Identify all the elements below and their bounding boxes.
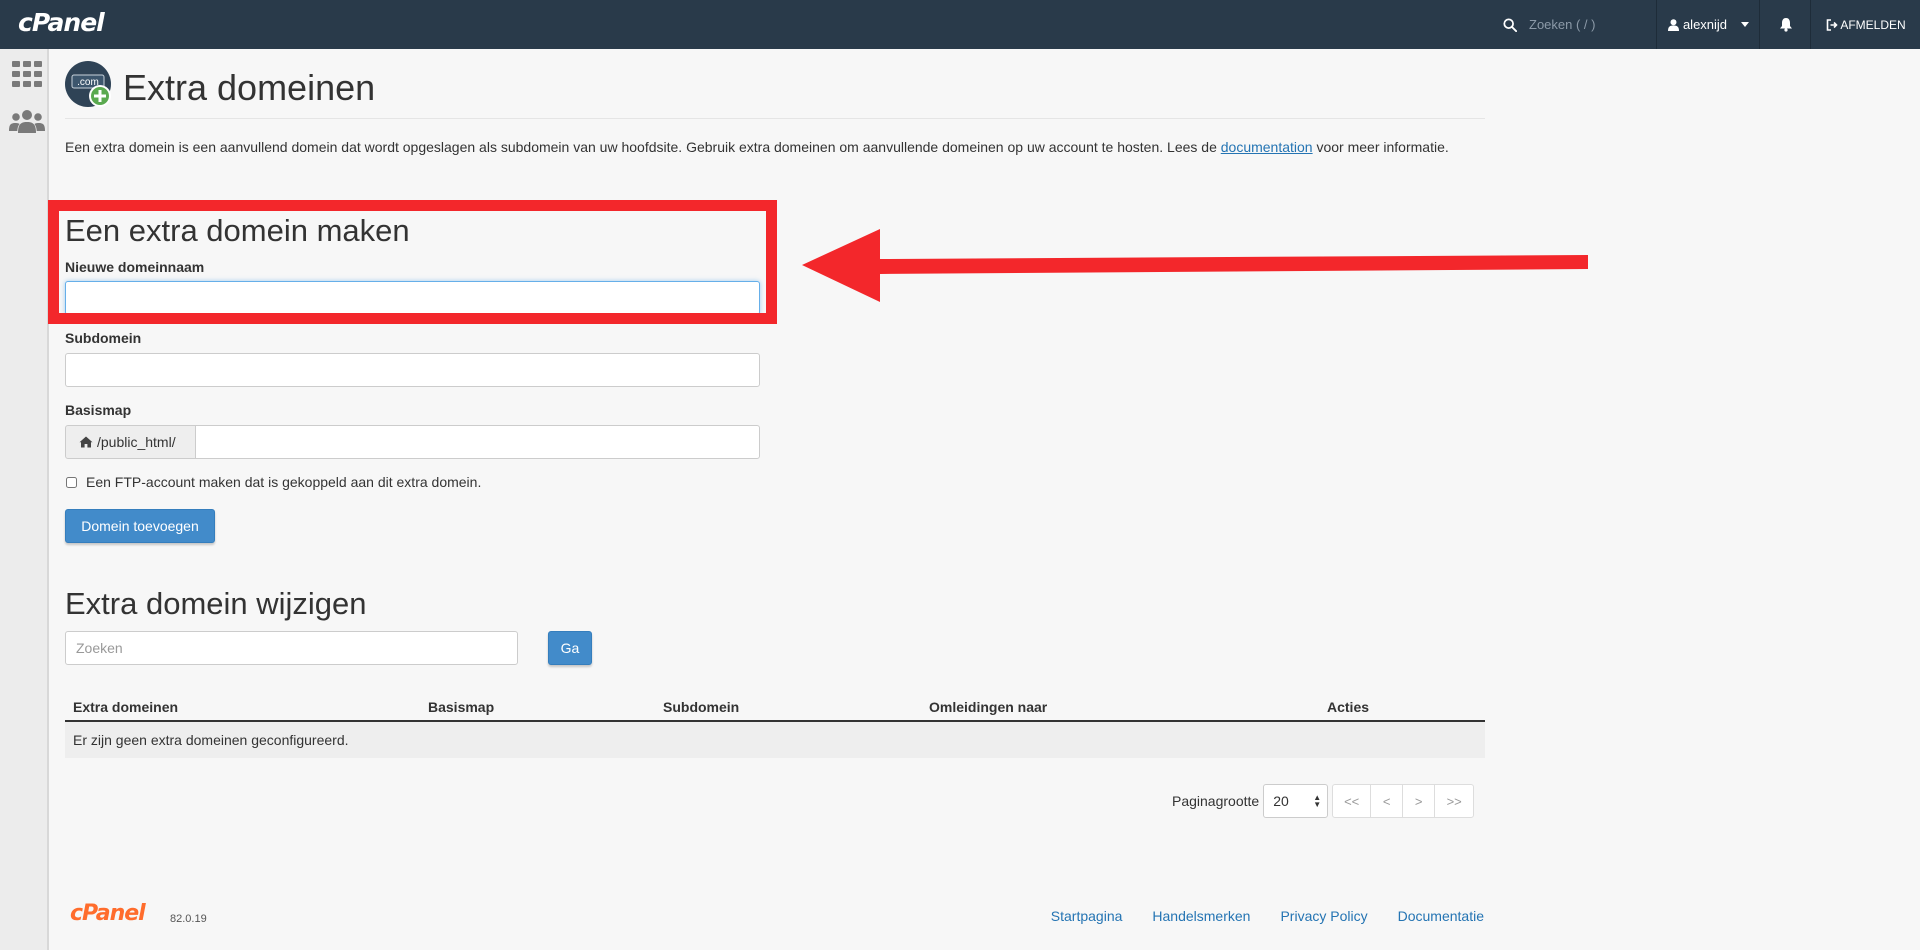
global-search-input[interactable] [1529,17,1649,32]
column-redirects[interactable]: Omleidingen naar [929,699,1047,715]
empty-table-message: Er zijn geen extra domeinen geconfiguree… [73,732,349,748]
footer-link-home[interactable]: Startpagina [1051,908,1123,924]
documentation-link[interactable]: documentation [1221,139,1313,155]
footer-link-trademarks[interactable]: Handelsmerken [1152,908,1250,924]
add-domain-button[interactable]: Domein toevoegen [65,509,215,543]
chevron-down-icon [1741,22,1750,27]
page-size-select[interactable]: 20 ▲ ▼ [1263,784,1329,818]
ftp-checkbox-label[interactable]: Een FTP-account maken dat is gekoppeld a… [86,474,481,490]
go-button[interactable]: Ga [548,631,592,665]
docroot-prefix-text: /public_html/ [97,434,176,450]
search-icon [1503,17,1517,32]
column-addon-domains[interactable]: Extra domeinen [73,699,178,715]
logout-icon [1827,18,1838,31]
global-search[interactable] [1490,0,1657,49]
user-icon [1667,18,1679,31]
apps-grid-icon[interactable] [12,61,42,87]
ftp-account-checkbox[interactable] [66,476,77,488]
docroot-prefix: /public_html/ [65,425,196,459]
footer-cpanel-logo[interactable]: cPanel [70,901,146,926]
annotation-highlight-box [48,200,777,324]
pagination: Paginagrootte 20 ▲ ▼ << < > >> [1172,784,1475,818]
page-size-value: 20 [1273,793,1289,809]
last-page-button[interactable]: >> [1434,784,1475,818]
modify-section-heading: Extra domein wijzigen [65,586,367,621]
first-page-button[interactable]: << [1332,784,1372,818]
ftp-checkbox-row: Een FTP-account maken dat is gekoppeld a… [65,474,481,490]
user-menu[interactable]: alexnijd [1658,0,1760,49]
footer-link-documentation[interactable]: Documentatie [1398,908,1484,924]
intro-text-start: Een extra domein is een aanvullend domei… [65,139,1221,155]
column-docroot[interactable]: Basismap [428,699,494,715]
addon-domains-table: Extra domeinen Basismap Subdomein Omleid… [65,692,1485,758]
bell-icon [1779,18,1792,32]
home-icon [79,436,93,448]
addon-domain-icon: .com [65,61,111,107]
prev-page-button[interactable]: < [1370,784,1404,818]
cpanel-logo[interactable]: cPanel [18,8,105,37]
logout-label: AFMELDEN [1840,17,1906,32]
annotation-arrow-icon [802,229,1588,302]
footer-links: Startpagina Handelsmerken Privacy Policy… [1051,908,1484,924]
next-page-button[interactable]: > [1402,784,1436,818]
footer-version: 82.0.19 [170,913,207,925]
footer-link-privacy[interactable]: Privacy Policy [1280,908,1367,924]
table-header: Extra domeinen Basismap Subdomein Omleid… [65,692,1485,722]
users-icon[interactable] [9,109,45,133]
intro-text: Een extra domein is een aanvullend domei… [65,138,1485,157]
sidebar [0,49,49,950]
notifications-button[interactable] [1761,0,1811,49]
subdomain-label: Subdomein [65,330,142,346]
page-header: .com Extra domeinen [65,61,1485,119]
select-arrows-icon: ▲ ▼ [1313,793,1322,809]
page-title: Extra domeinen [123,67,376,108]
column-actions: Acties [1327,699,1370,715]
table-row: Er zijn geen extra domeinen geconfiguree… [65,722,1485,758]
column-subdomain[interactable]: Subdomein [663,699,739,715]
docroot-input[interactable] [195,425,760,459]
domain-search-input[interactable] [65,631,518,665]
top-bar: cPanel alexnijd AFMELDEN [0,0,1920,49]
intro-text-end: voor meer informatie. [1312,139,1449,155]
subdomain-input[interactable] [65,353,760,387]
username: alexnijd [1682,17,1728,32]
page-size-label: Paginagrootte [1172,793,1260,809]
logout-button[interactable]: AFMELDEN [1812,0,1920,49]
docroot-label: Basismap [65,402,132,418]
